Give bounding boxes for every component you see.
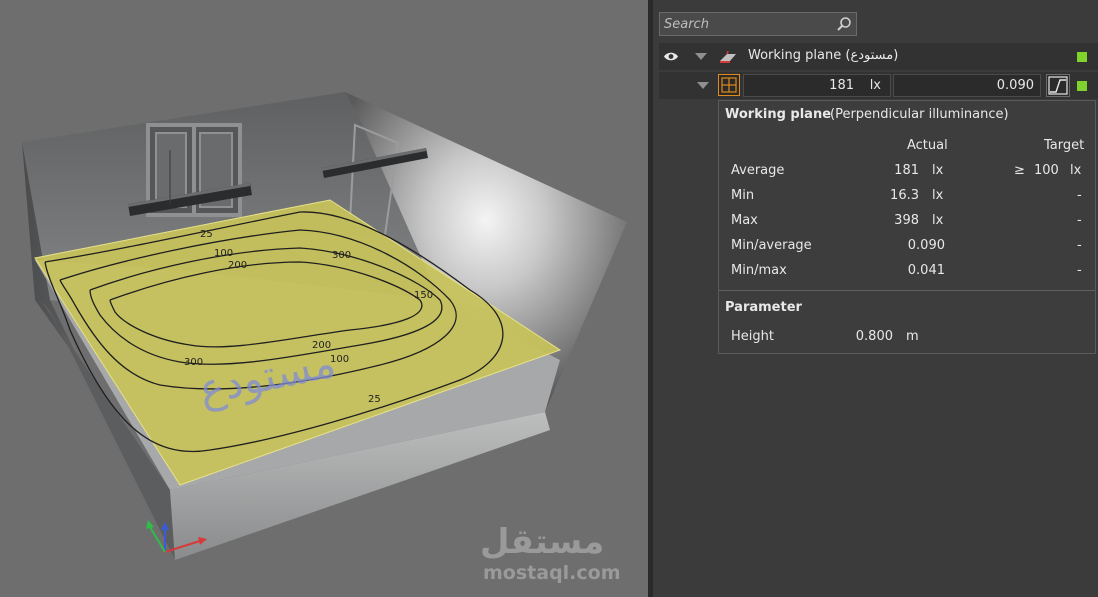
row-label: Min/max: [731, 263, 787, 278]
row-actual-unit: lx: [932, 188, 944, 203]
row-target: -: [1077, 238, 1082, 253]
row-actual: 0.090: [907, 238, 945, 253]
col-header-actual: Actual: [907, 138, 948, 153]
object-row[interactable]: Working plane (مستودع): [659, 43, 1098, 70]
row-actual-unit: lx: [932, 213, 944, 228]
row-actual-unit: lx: [932, 163, 944, 178]
parameter-title: Parameter: [725, 300, 802, 315]
status-indicator: [1077, 52, 1087, 62]
search-icon[interactable]: [836, 16, 852, 32]
row-actual: 16.3: [890, 188, 919, 203]
row-label: Average: [731, 163, 785, 178]
mostaql-logo: مستقل: [480, 522, 605, 562]
isoline-label: 300: [332, 250, 351, 261]
average-value: 181: [829, 78, 854, 93]
row-actual: 181: [894, 163, 919, 178]
param-height-unit: m: [906, 329, 919, 344]
section-divider: [719, 290, 1095, 291]
row-label: Min/average: [731, 238, 812, 253]
calculation-grid-icon[interactable]: [718, 74, 740, 96]
properties-panel: Working plane (مستودع) 181 lx 0.090: [653, 0, 1098, 597]
expand-arrow-icon[interactable]: [697, 82, 709, 89]
row-target: -: [1077, 188, 1082, 203]
room-scene: 25 100 200 300 300 200 100 150 25 مستودع: [22, 92, 627, 560]
status-indicator: [1077, 81, 1087, 91]
row-label: Min: [731, 188, 755, 203]
uniformity-field[interactable]: 0.090: [893, 74, 1041, 97]
col-header-target: Target: [1044, 138, 1085, 153]
isoline-label: 25: [200, 229, 213, 240]
working-plane-icon: [720, 51, 736, 63]
summary-row[interactable]: 181 lx 0.090: [659, 72, 1098, 99]
isoline-label: 100: [214, 248, 233, 259]
param-height-value: 0.800: [855, 329, 893, 344]
row-label: Max: [731, 213, 758, 228]
row-actual: 0.041: [907, 263, 945, 278]
isoline-label: 200: [228, 260, 247, 271]
popup-subtitle: (Perpendicular illuminance): [830, 107, 1009, 122]
average-field[interactable]: 181 lx: [743, 74, 891, 97]
expand-arrow-icon[interactable]: [695, 53, 707, 60]
row-target: -: [1077, 213, 1082, 228]
row-target-unit: lx: [1070, 163, 1082, 178]
mostaql-url: mostaql.com: [483, 562, 621, 584]
row-target: 100: [1034, 163, 1059, 178]
search-box[interactable]: [659, 12, 857, 36]
isoline-label: 25: [368, 394, 381, 405]
isoline-label: 150: [414, 290, 433, 301]
eye-icon[interactable]: [663, 51, 679, 62]
search-input[interactable]: [664, 15, 834, 33]
average-unit: lx: [869, 78, 881, 93]
uniformity-value: 0.090: [996, 78, 1034, 93]
row-target: -: [1077, 263, 1082, 278]
row-target-op: ≥: [1014, 163, 1025, 178]
param-height-label: Height: [731, 329, 774, 344]
3d-viewport[interactable]: 25 100 200 300 300 200 100 150 25 مستودع: [0, 0, 648, 597]
value-chart-icon[interactable]: [1046, 74, 1070, 97]
popup-title: Working plane: [725, 107, 832, 122]
object-name: Working plane (مستودع): [748, 48, 899, 63]
details-popup: Working plane (Perpendicular illuminance…: [718, 100, 1096, 354]
row-actual: 398: [894, 213, 919, 228]
